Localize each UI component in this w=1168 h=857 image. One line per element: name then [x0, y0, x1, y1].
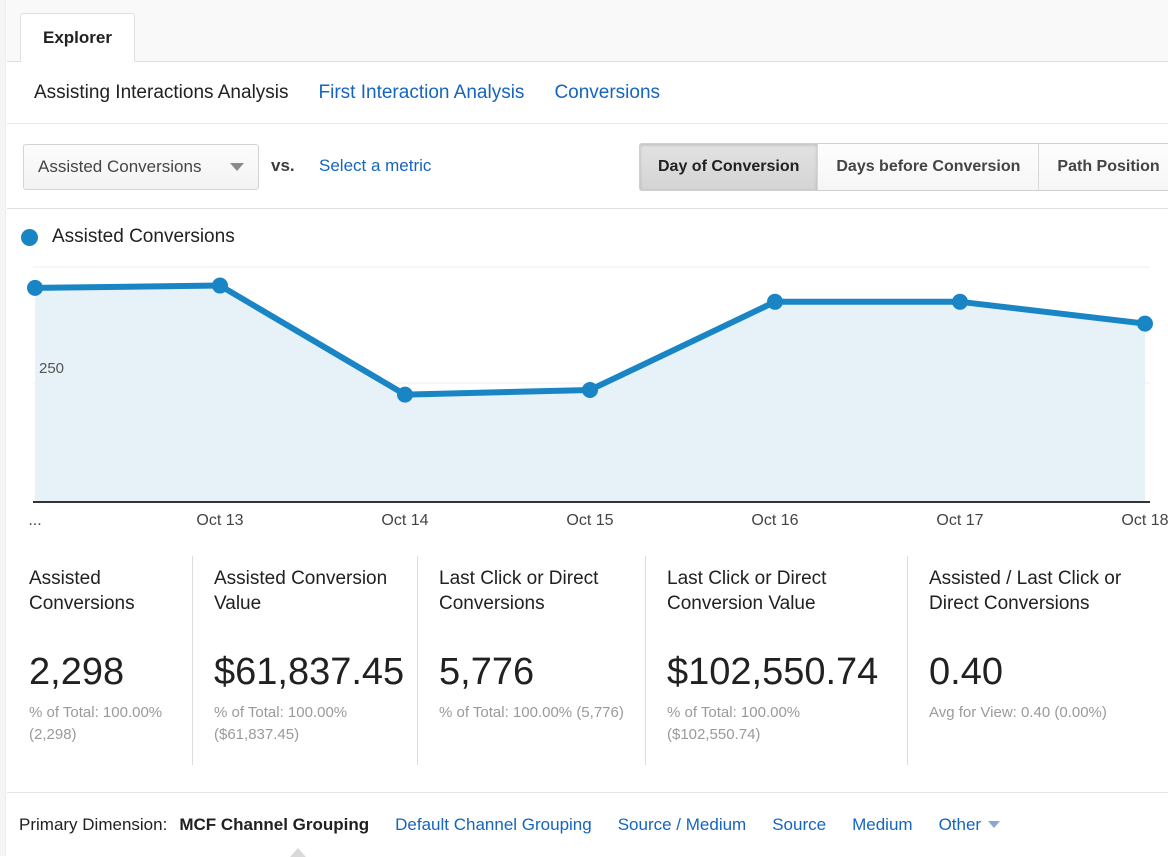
- chart-x-tick-label: Oct 15: [566, 512, 613, 529]
- explorer-report-page: Explorer Assisting Interactions Analysis…: [0, 0, 1168, 856]
- chart-x-tick-label: ...: [28, 512, 41, 529]
- legend-series-dot-icon: [21, 229, 38, 246]
- chevron-down-icon: [230, 163, 244, 171]
- assisted-conversions-chart[interactable]: 500 250 ... Oct 13 Oct 14 Oct 15 Oct 16 Oct 17…: [0, 260, 1168, 540]
- card-assisted-conversion-value: Assisted Conversion Value $61,837.45 % o…: [192, 550, 417, 782]
- chart-svg: 500 250 ... Oct 13 Oct 14 Oct 15 Oct 16 Oct 17…: [0, 260, 1168, 540]
- chart-x-tick-label: Oct 16: [751, 512, 798, 529]
- select-a-metric-link[interactable]: Select a metric: [319, 156, 431, 176]
- chart-controls: Assisted Conversions vs. Select a metric…: [7, 124, 1168, 209]
- metric-select-value: Assisted Conversions: [38, 157, 222, 177]
- card-value: $61,837.45: [214, 650, 404, 694]
- card-value: 2,298: [29, 650, 124, 694]
- card-title: Assisted Conversions: [29, 566, 178, 616]
- chart-data-point[interactable]: [397, 387, 413, 403]
- primary-dimension-label: Primary Dimension:: [19, 815, 167, 835]
- card-title: Last Click or Direct Conversions: [439, 566, 631, 616]
- card-subtext: % of Total: 100.00% ($61,837.45): [214, 702, 399, 746]
- toggle-path-position-label: Path Position: [1057, 158, 1159, 176]
- toggle-day-of-conversion-label: Day of Conversion: [658, 158, 799, 176]
- chart-data-point[interactable]: [952, 294, 968, 310]
- card-subtext: % of Total: 100.00% (2,298): [29, 702, 189, 746]
- chart-data-point[interactable]: [27, 280, 43, 296]
- primary-dimension-default-channel-grouping[interactable]: Default Channel Grouping: [395, 815, 592, 835]
- card-title: Last Click or Direct Conversion Value: [667, 566, 893, 616]
- card-subtext: Avg for View: 0.40 (0.00%): [929, 702, 1168, 724]
- tab-conversions-label: Conversions: [554, 82, 660, 103]
- chart-x-axis-labels: ... Oct 13 Oct 14 Oct 15 Oct 16 Oct 17 Oct 18: [28, 512, 1168, 529]
- toggle-days-before-conversion[interactable]: Days before Conversion: [818, 144, 1039, 190]
- legend-series-label: Assisted Conversions: [52, 226, 235, 248]
- tab-first-interaction-analysis-label: First Interaction Analysis: [319, 82, 525, 103]
- card-last-click-or-direct-conversion-value: Last Click or Direct Conversion Value $1…: [645, 550, 907, 782]
- chart-x-tick-label: Oct 18: [1121, 512, 1168, 529]
- card-assisted-conversions: Assisted Conversions 2,298 % of Total: 1…: [7, 550, 192, 782]
- chart-y-tick-label: 250: [39, 360, 64, 377]
- metric-summary-cards: Assisted Conversions 2,298 % of Total: 1…: [7, 550, 1168, 782]
- card-subtext: % of Total: 100.00% ($102,550.74): [667, 702, 882, 746]
- primary-dimension-medium[interactable]: Medium: [852, 815, 912, 835]
- chevron-down-icon: [988, 821, 1000, 828]
- primary-dimension-bar: Primary Dimension: MCF Channel Grouping …: [7, 793, 1168, 856]
- conversion-view-toggle-group: Day of Conversion Days before Conversion…: [639, 143, 1168, 191]
- card-title: Assisted Conversion Value: [214, 566, 403, 616]
- primary-dimension-other-menu[interactable]: Other: [939, 815, 1001, 835]
- chart-data-point[interactable]: [212, 278, 228, 294]
- tab-first-interaction-analysis[interactable]: First Interaction Analysis: [319, 82, 525, 104]
- primary-dimension-source-medium[interactable]: Source / Medium: [618, 815, 747, 835]
- toggle-days-before-conversion-label: Days before Conversion: [836, 158, 1020, 176]
- explorer-tabstrip: Explorer: [7, 0, 1168, 62]
- chart-data-point[interactable]: [582, 382, 598, 398]
- card-title: Assisted / Last Click or Direct Conversi…: [929, 566, 1154, 616]
- card-value: 5,776: [439, 650, 534, 694]
- card-value: $102,550.74: [667, 650, 878, 694]
- vs-label: vs.: [271, 156, 295, 176]
- chart-data-point[interactable]: [1137, 316, 1153, 332]
- tab-explorer-label: Explorer: [43, 28, 112, 48]
- chart-legend: Assisted Conversions: [21, 226, 235, 248]
- primary-dimension-other-label: Other: [939, 815, 982, 835]
- chart-x-tick-label: Oct 13: [196, 512, 243, 529]
- tab-explorer[interactable]: Explorer: [20, 13, 135, 62]
- primary-dimension-active-mcf-channel-grouping[interactable]: MCF Channel Grouping: [179, 815, 369, 835]
- card-value: 0.40: [929, 650, 1003, 694]
- primary-dimension-source[interactable]: Source: [772, 815, 826, 835]
- chart-x-tick-label: Oct 14: [381, 512, 428, 529]
- metric-select[interactable]: Assisted Conversions: [23, 144, 259, 190]
- tab-assisting-interactions-analysis[interactable]: Assisting Interactions Analysis: [34, 82, 289, 104]
- toggle-path-position[interactable]: Path Position: [1039, 144, 1168, 190]
- card-last-click-or-direct-conversions: Last Click or Direct Conversions 5,776 %…: [417, 550, 645, 782]
- card-subtext: % of Total: 100.00% (5,776): [439, 702, 629, 724]
- chart-data-point[interactable]: [767, 294, 783, 310]
- card-assisted-over-last-click-or-direct-conversions: Assisted / Last Click or Direct Conversi…: [907, 550, 1168, 782]
- analysis-tabs: Assisting Interactions Analysis First In…: [7, 62, 1168, 124]
- toggle-day-of-conversion[interactable]: Day of Conversion: [640, 144, 818, 190]
- tab-conversions[interactable]: Conversions: [554, 82, 660, 104]
- chart-x-tick-label: Oct 17: [936, 512, 983, 529]
- chart-y-tick-label: 500: [39, 260, 64, 261]
- tab-assisting-interactions-analysis-label: Assisting Interactions Analysis: [34, 82, 289, 103]
